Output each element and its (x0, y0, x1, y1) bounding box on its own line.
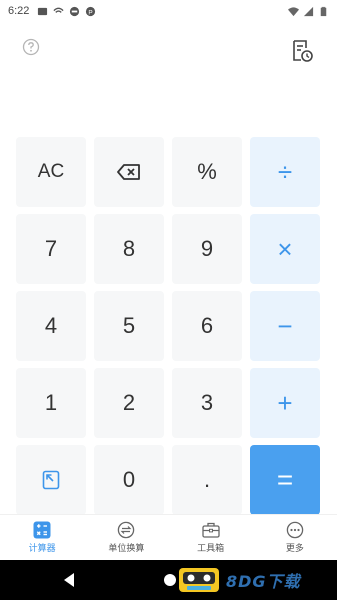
nav-label-unit-convert: 单位换算 (108, 543, 145, 553)
digit-2-button[interactable]: 2 (94, 368, 164, 438)
calculator-icon (33, 521, 51, 539)
system-home-button[interactable] (163, 573, 177, 587)
nav-label-calculator: 计算器 (28, 543, 56, 553)
digit-3-button[interactable]: 3 (172, 368, 242, 438)
watermark: 8DG下载 (178, 566, 328, 594)
system-back-button[interactable] (62, 572, 76, 588)
unit-convert-icon (118, 521, 135, 539)
calculator-display (16, 75, 321, 130)
collapse-button[interactable] (16, 445, 86, 515)
nav-item-unit-convert[interactable]: 单位换算 (84, 515, 168, 560)
wifi-calling-icon (53, 7, 64, 13)
digit-6-button[interactable]: 6 (172, 291, 242, 361)
digit-7-button[interactable]: 7 (16, 214, 86, 284)
more-icon (286, 521, 304, 539)
digit-0-button[interactable]: 0 (94, 445, 164, 515)
backspace-icon (117, 164, 140, 180)
toolbox-icon (201, 522, 220, 538)
add-button[interactable]: + (250, 368, 320, 438)
wifi-icon (288, 6, 299, 16)
digit-4-button[interactable]: 4 (16, 291, 86, 361)
collapse-icon (42, 470, 60, 490)
bottom-nav: 计算器 单位换算 工具箱 更多 (0, 514, 337, 560)
app-notification-icon: P (86, 6, 96, 16)
divide-button[interactable]: ÷ (250, 137, 320, 207)
digit-9-button[interactable]: 9 (172, 214, 242, 284)
nav-item-more[interactable]: 更多 (253, 515, 337, 560)
history-document-icon[interactable] (288, 37, 316, 65)
status-right-icons (288, 6, 329, 17)
svg-text:P: P (89, 9, 93, 16)
nav-item-calculator[interactable]: 计算器 (0, 515, 84, 560)
multiply-button[interactable]: × (250, 214, 320, 284)
message-icon (38, 7, 48, 15)
home-circle-icon (164, 574, 176, 586)
percent-button[interactable]: % (172, 137, 242, 207)
status-left-icons: P (37, 6, 96, 17)
status-time: 6:22 (8, 5, 30, 17)
watermark-text: 8DG下载 (226, 572, 301, 591)
nav-label-toolbox: 工具箱 (197, 543, 225, 553)
backspace-button[interactable] (94, 137, 164, 207)
cassette-logo-icon (179, 568, 219, 592)
back-triangle-icon (64, 573, 74, 587)
keypad: AC % ÷ 7 8 9 × 4 5 6 − 1 2 3 + 0 . = (16, 137, 321, 515)
digit-5-button[interactable]: 5 (94, 291, 164, 361)
do-not-disturb-icon (70, 6, 80, 16)
nav-label-more: 更多 (285, 543, 304, 553)
clear-button[interactable]: AC (16, 137, 86, 207)
nav-item-toolbox[interactable]: 工具箱 (169, 515, 253, 560)
status-bar: 6:22 P (0, 0, 337, 22)
question-circle-icon[interactable] (22, 38, 40, 56)
digit-1-button[interactable]: 1 (16, 368, 86, 438)
decimal-point-button[interactable]: . (172, 445, 242, 515)
subtract-button[interactable]: − (250, 291, 320, 361)
equals-button[interactable]: = (250, 445, 320, 515)
digit-8-button[interactable]: 8 (94, 214, 164, 284)
battery-icon (320, 6, 327, 16)
signal-icon (303, 6, 314, 16)
